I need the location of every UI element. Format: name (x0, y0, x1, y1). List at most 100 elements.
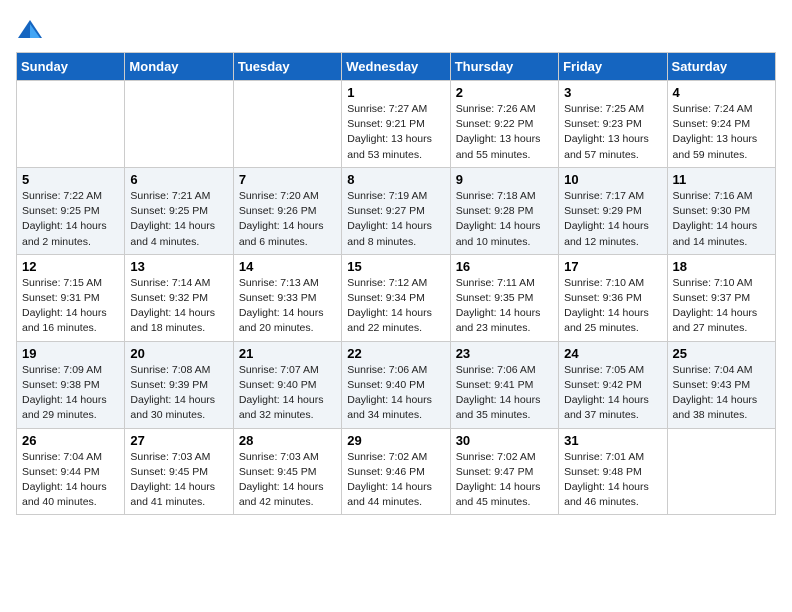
calendar-cell: 1 Sunrise: 7:27 AMSunset: 9:21 PMDaylight… (342, 81, 450, 168)
calendar-week-row: 5 Sunrise: 7:22 AMSunset: 9:25 PMDaylight… (17, 167, 776, 254)
calendar-cell: 10 Sunrise: 7:17 AMSunset: 9:29 PMDayligh… (559, 167, 667, 254)
calendar-week-row: 12 Sunrise: 7:15 AMSunset: 9:31 PMDayligh… (17, 254, 776, 341)
day-info: Sunrise: 7:06 AMSunset: 9:41 PMDaylight:… (456, 363, 553, 424)
calendar-cell: 4 Sunrise: 7:24 AMSunset: 9:24 PMDaylight… (667, 81, 775, 168)
calendar-cell: 25 Sunrise: 7:04 AMSunset: 9:43 PMDayligh… (667, 341, 775, 428)
weekday-header-sunday: Sunday (17, 53, 125, 81)
day-info: Sunrise: 7:07 AMSunset: 9:40 PMDaylight:… (239, 363, 336, 424)
logo (16, 16, 48, 44)
day-info: Sunrise: 7:10 AMSunset: 9:36 PMDaylight:… (564, 276, 661, 337)
calendar-cell: 14Sunrise: 7:13 AMSunset: 9:33 PMDayligh… (233, 254, 341, 341)
calendar-cell: 22 Sunrise: 7:06 AMSunset: 9:40 PMDayligh… (342, 341, 450, 428)
day-info: Sunrise: 7:09 AMSunset: 9:38 PMDaylight:… (22, 363, 119, 424)
day-number: 24 (564, 346, 661, 361)
calendar-cell: 9 Sunrise: 7:18 AMSunset: 9:28 PMDaylight… (450, 167, 558, 254)
day-number: 3 (564, 85, 661, 100)
header (16, 16, 776, 44)
calendar-cell: 27 Sunrise: 7:03 AMSunset: 9:45 PMDayligh… (125, 428, 233, 515)
day-info: Sunrise: 7:01 AMSunset: 9:48 PMDaylight:… (564, 450, 661, 511)
day-number: 7 (239, 172, 336, 187)
day-number: 18 (673, 259, 770, 274)
day-number: 10 (564, 172, 661, 187)
day-info: Sunrise: 7:12 AMSunset: 9:34 PMDaylight:… (347, 276, 444, 337)
day-number: 21 (239, 346, 336, 361)
calendar-cell: 5 Sunrise: 7:22 AMSunset: 9:25 PMDaylight… (17, 167, 125, 254)
day-number: 1 (347, 85, 444, 100)
day-info: Sunrise: 7:03 AMSunset: 9:45 PMDaylight:… (130, 450, 227, 511)
day-info: Sunrise: 7:27 AMSunset: 9:21 PMDaylight:… (347, 102, 444, 163)
day-number: 17 (564, 259, 661, 274)
day-number: 16 (456, 259, 553, 274)
calendar-cell (17, 81, 125, 168)
weekday-header-saturday: Saturday (667, 53, 775, 81)
day-number: 11 (673, 172, 770, 187)
day-info: Sunrise: 7:18 AMSunset: 9:28 PMDaylight:… (456, 189, 553, 250)
calendar-cell: 7 Sunrise: 7:20 AMSunset: 9:26 PMDaylight… (233, 167, 341, 254)
day-number: 27 (130, 433, 227, 448)
calendar-cell: 16 Sunrise: 7:11 AMSunset: 9:35 PMDayligh… (450, 254, 558, 341)
day-info: Sunrise: 7:25 AMSunset: 9:23 PMDaylight:… (564, 102, 661, 163)
weekday-header-wednesday: Wednesday (342, 53, 450, 81)
day-number: 9 (456, 172, 553, 187)
day-info: Sunrise: 7:22 AMSunset: 9:25 PMDaylight:… (22, 189, 119, 250)
calendar-cell (233, 81, 341, 168)
day-number: 12 (22, 259, 119, 274)
calendar-cell: 31Sunrise: 7:01 AMSunset: 9:48 PMDayligh… (559, 428, 667, 515)
calendar-week-row: 19 Sunrise: 7:09 AMSunset: 9:38 PMDayligh… (17, 341, 776, 428)
day-number: 22 (347, 346, 444, 361)
day-info: Sunrise: 7:11 AMSunset: 9:35 PMDaylight:… (456, 276, 553, 337)
day-info: Sunrise: 7:16 AMSunset: 9:30 PMDaylight:… (673, 189, 770, 250)
day-info: Sunrise: 7:15 AMSunset: 9:31 PMDaylight:… (22, 276, 119, 337)
day-info: Sunrise: 7:03 AMSunset: 9:45 PMDaylight:… (239, 450, 336, 511)
day-number: 13 (130, 259, 227, 274)
day-info: Sunrise: 7:21 AMSunset: 9:25 PMDaylight:… (130, 189, 227, 250)
day-number: 4 (673, 85, 770, 100)
day-info: Sunrise: 7:04 AMSunset: 9:43 PMDaylight:… (673, 363, 770, 424)
calendar-cell: 21 Sunrise: 7:07 AMSunset: 9:40 PMDayligh… (233, 341, 341, 428)
day-info: Sunrise: 7:06 AMSunset: 9:40 PMDaylight:… (347, 363, 444, 424)
day-number: 6 (130, 172, 227, 187)
day-number: 29 (347, 433, 444, 448)
day-info: Sunrise: 7:02 AMSunset: 9:46 PMDaylight:… (347, 450, 444, 511)
calendar-cell: 6 Sunrise: 7:21 AMSunset: 9:25 PMDaylight… (125, 167, 233, 254)
calendar-cell: 18 Sunrise: 7:10 AMSunset: 9:37 PMDayligh… (667, 254, 775, 341)
day-info: Sunrise: 7:26 AMSunset: 9:22 PMDaylight:… (456, 102, 553, 163)
day-info: Sunrise: 7:02 AMSunset: 9:47 PMDaylight:… (456, 450, 553, 511)
day-number: 15 (347, 259, 444, 274)
calendar-cell: 2Sunrise: 7:26 AMSunset: 9:22 PMDaylight… (450, 81, 558, 168)
day-number: 5 (22, 172, 119, 187)
calendar-cell: 19 Sunrise: 7:09 AMSunset: 9:38 PMDayligh… (17, 341, 125, 428)
calendar-cell: 29 Sunrise: 7:02 AMSunset: 9:46 PMDayligh… (342, 428, 450, 515)
weekday-header-monday: Monday (125, 53, 233, 81)
day-number: 26 (22, 433, 119, 448)
calendar-cell: 28 Sunrise: 7:03 AMSunset: 9:45 PMDayligh… (233, 428, 341, 515)
day-number: 30 (456, 433, 553, 448)
day-info: Sunrise: 7:10 AMSunset: 9:37 PMDaylight:… (673, 276, 770, 337)
day-info: Sunrise: 7:05 AMSunset: 9:42 PMDaylight:… (564, 363, 661, 424)
day-info: Sunrise: 7:24 AMSunset: 9:24 PMDaylight:… (673, 102, 770, 163)
calendar-cell (125, 81, 233, 168)
weekday-header-thursday: Thursday (450, 53, 558, 81)
calendar-cell: 20 Sunrise: 7:08 AMSunset: 9:39 PMDayligh… (125, 341, 233, 428)
weekday-header-tuesday: Tuesday (233, 53, 341, 81)
day-info: Sunrise: 7:19 AMSunset: 9:27 PMDaylight:… (347, 189, 444, 250)
calendar-table: SundayMondayTuesdayWednesdayThursdayFrid… (16, 52, 776, 515)
calendar-cell: 12 Sunrise: 7:15 AMSunset: 9:31 PMDayligh… (17, 254, 125, 341)
day-number: 23 (456, 346, 553, 361)
day-number: 20 (130, 346, 227, 361)
day-info: Sunrise: 7:04 AMSunset: 9:44 PMDaylight:… (22, 450, 119, 511)
day-info: Sunrise: 7:13 AMSunset: 9:33 PMDaylight:… (239, 276, 336, 337)
day-info: Sunrise: 7:17 AMSunset: 9:29 PMDaylight:… (564, 189, 661, 250)
day-number: 25 (673, 346, 770, 361)
calendar-cell: 13 Sunrise: 7:14 AMSunset: 9:32 PMDayligh… (125, 254, 233, 341)
day-number: 8 (347, 172, 444, 187)
day-info: Sunrise: 7:20 AMSunset: 9:26 PMDaylight:… (239, 189, 336, 250)
calendar-cell: 30 Sunrise: 7:02 AMSunset: 9:47 PMDayligh… (450, 428, 558, 515)
calendar-cell: 24 Sunrise: 7:05 AMSunset: 9:42 PMDayligh… (559, 341, 667, 428)
day-number: 19 (22, 346, 119, 361)
day-info: Sunrise: 7:08 AMSunset: 9:39 PMDaylight:… (130, 363, 227, 424)
calendar-cell: 26 Sunrise: 7:04 AMSunset: 9:44 PMDayligh… (17, 428, 125, 515)
day-number: 28 (239, 433, 336, 448)
day-info: Sunrise: 7:14 AMSunset: 9:32 PMDaylight:… (130, 276, 227, 337)
calendar-cell: 11 Sunrise: 7:16 AMSunset: 9:30 PMDayligh… (667, 167, 775, 254)
